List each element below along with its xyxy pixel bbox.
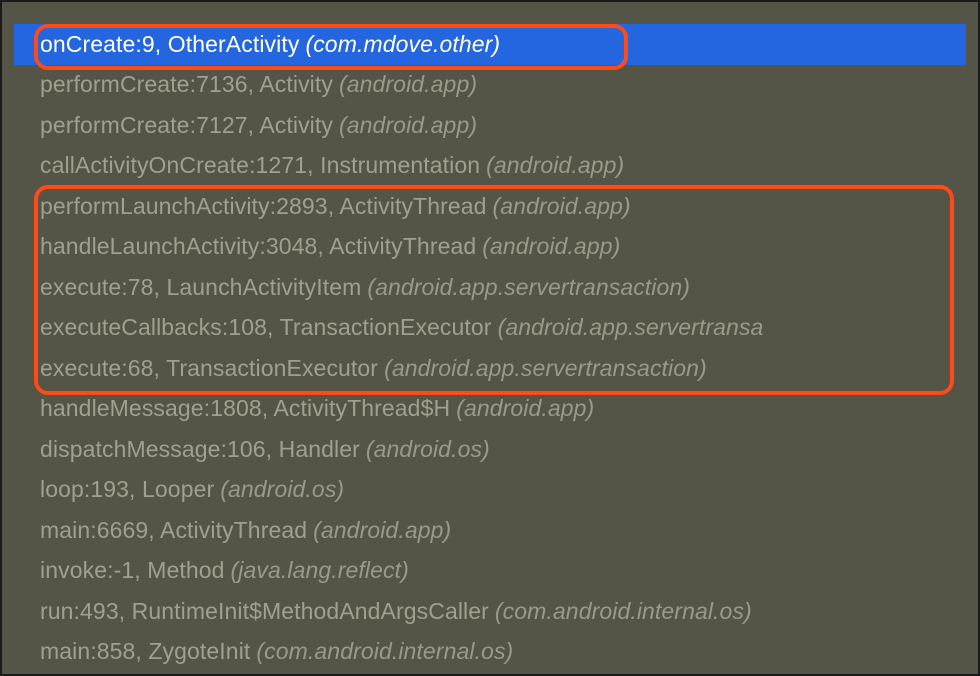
stack-frame-call: callActivityOnCreate:1271, Instrumentati… <box>40 152 480 179</box>
stack-frame-call: executeCallbacks:108, TransactionExecuto… <box>40 314 492 341</box>
stack-frame[interactable]: dispatchMessage:106, Handler(android.os) <box>14 429 966 470</box>
stack-frame-package: (com.android.internal.os) <box>495 598 752 625</box>
stack-frame-call: dispatchMessage:106, Handler <box>40 436 360 463</box>
stack-frames-list: onCreate:9, OtherActivity(com.mdove.othe… <box>14 24 966 666</box>
stack-frame[interactable]: loop:193, Looper(android.os) <box>14 470 966 511</box>
stack-frame-package: (java.lang.reflect) <box>231 557 409 584</box>
stack-frame-call: run:493, RuntimeInit$MethodAndArgsCaller <box>40 598 489 625</box>
stack-frame-package: (android.os) <box>220 476 344 503</box>
stack-frame-call: main:858, ZygoteInit <box>40 638 250 665</box>
stack-frame-call: invoke:-1, Method <box>40 557 225 584</box>
stack-frame-package: (android.app) <box>456 395 594 422</box>
stack-frame-call: performCreate:7127, Activity <box>40 112 333 139</box>
stack-frame[interactable]: run:493, RuntimeInit$MethodAndArgsCaller… <box>14 591 966 632</box>
stack-frame[interactable]: handleLaunchActivity:3048, ActivityThrea… <box>14 227 966 268</box>
stack-frame-package: (android.app) <box>339 112 477 139</box>
stack-frame[interactable]: performCreate:7127, Activity(android.app… <box>14 105 966 146</box>
stack-frame[interactable]: performLaunchActivity:2893, ActivityThre… <box>14 186 966 227</box>
stack-frame-call: performCreate:7136, Activity <box>40 71 333 98</box>
stack-frame-package: (android.app.servertransaction) <box>367 274 690 301</box>
stack-frame-package: (com.mdove.other) <box>305 31 500 58</box>
stack-frame-package: (android.app) <box>313 517 451 544</box>
stack-frame[interactable]: main:6669, ActivityThread(android.app) <box>14 510 966 551</box>
stack-frame-package: (android.app) <box>493 193 631 220</box>
stack-frame-package: (com.android.internal.os) <box>256 638 513 665</box>
stack-frame-package: (android.app.servertransa <box>498 314 764 341</box>
stack-frame[interactable]: execute:68, TransactionExecutor(android.… <box>14 348 966 389</box>
stack-frame-call: loop:193, Looper <box>40 476 214 503</box>
stack-frame-call: main:6669, ActivityThread <box>40 517 307 544</box>
stack-frame[interactable]: callActivityOnCreate:1271, Instrumentati… <box>14 146 966 187</box>
stack-frame-package: (android.os) <box>366 436 490 463</box>
stack-frame-call: handleMessage:1808, ActivityThread$H <box>40 395 450 422</box>
stack-frame-call: onCreate:9, OtherActivity <box>40 31 299 58</box>
stack-frame-package: (android.app.servertransaction) <box>384 355 707 382</box>
stack-frame[interactable]: handleMessage:1808, ActivityThread$H(and… <box>14 389 966 430</box>
stack-frame[interactable]: invoke:-1, Method(java.lang.reflect) <box>14 551 966 592</box>
stack-frame-call: handleLaunchActivity:3048, ActivityThrea… <box>40 233 476 260</box>
stack-frame[interactable]: onCreate:9, OtherActivity(com.mdove.othe… <box>14 24 966 65</box>
stack-frame[interactable]: executeCallbacks:108, TransactionExecuto… <box>14 308 966 349</box>
stack-frame-call: execute:78, LaunchActivityItem <box>40 274 361 301</box>
stack-frame[interactable]: main:858, ZygoteInit(com.android.interna… <box>14 632 966 673</box>
stack-frame[interactable]: performCreate:7136, Activity(android.app… <box>14 65 966 106</box>
stack-frame[interactable]: execute:78, LaunchActivityItem(android.a… <box>14 267 966 308</box>
stack-frame-package: (android.app) <box>339 71 477 98</box>
stack-frame-call: execute:68, TransactionExecutor <box>40 355 378 382</box>
stack-frame-call: performLaunchActivity:2893, ActivityThre… <box>40 193 487 220</box>
frames-panel: main @… in group 'main' RUNNING onCreate… <box>0 0 980 676</box>
stack-frame-package: (android.app) <box>486 152 624 179</box>
stack-frame-package: (android.app) <box>482 233 620 260</box>
